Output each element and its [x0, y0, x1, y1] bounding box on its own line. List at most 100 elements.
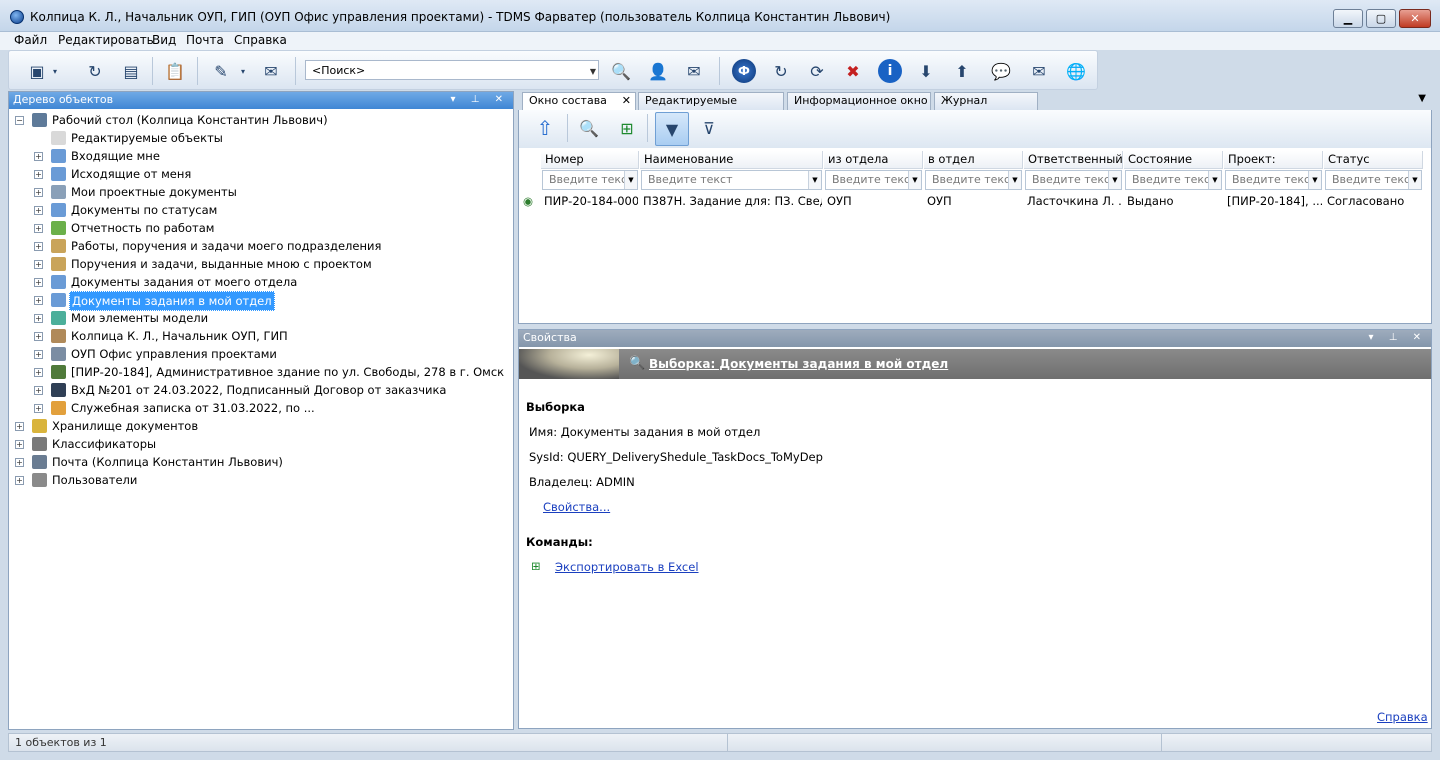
column-header[interactable]: Статус	[1324, 151, 1423, 169]
filter-dropdown-icon[interactable]: ▼	[1208, 171, 1221, 189]
message-icon[interactable]: 💬	[989, 59, 1013, 83]
search-dropdown-icon[interactable]: ▼	[590, 67, 596, 76]
tree-item[interactable]: + Документы задания в мой отдел	[10, 291, 510, 311]
tree-item[interactable]: − Рабочий стол (Колпица Константин Львови…	[10, 111, 510, 129]
up-icon[interactable]: ⇧	[533, 116, 557, 140]
search-input[interactable]: <Поиск> ▼	[305, 60, 599, 80]
column-filter-input[interactable]: Введите текст ▼	[641, 170, 822, 190]
info-icon[interactable]: i	[878, 59, 902, 83]
column-filter-input[interactable]: Введите текс ▼	[825, 170, 922, 190]
table-cell[interactable]: Ласточкина Л. ...	[1027, 194, 1122, 208]
tree-item[interactable]: + Колпица К. Л., Начальник ОУП, ГИП	[10, 327, 510, 345]
export-excel-link[interactable]: Экспортировать в Excel	[555, 560, 699, 574]
tree-item[interactable]: + Мои проектные документы	[10, 183, 510, 201]
send-mail-icon[interactable]: ✉	[259, 59, 283, 83]
tree-expander-icon[interactable]: +	[34, 350, 43, 359]
tree-expander-icon[interactable]: +	[34, 170, 43, 179]
refresh-icon[interactable]: ↻	[83, 59, 107, 83]
tab-composition[interactable]: Окно состава ✕	[522, 92, 636, 111]
column-filter-input[interactable]: Введите текс ▼	[1225, 170, 1322, 190]
tree-expander-icon[interactable]: +	[34, 368, 43, 377]
tree-item[interactable]: + Мои элементы модели	[10, 309, 510, 327]
tree-item[interactable]: + Поручения и задачи, выданные мною с про…	[10, 255, 510, 273]
tab-edited-objects[interactable]: Редактируемые объекты	[638, 92, 784, 123]
tree-search-icon[interactable]: 🔍	[577, 116, 601, 140]
new-dropdown-icon[interactable]: ▾	[49, 59, 61, 83]
tree-item[interactable]: + Исходящие от меня	[10, 165, 510, 183]
filter-dropdown-icon[interactable]: ▼	[908, 171, 921, 189]
mail-inbox-icon[interactable]: ✉	[1027, 59, 1051, 83]
close-tab-icon[interactable]: ✕	[622, 93, 631, 109]
help-link[interactable]: Справка	[1377, 710, 1428, 724]
search-mail-icon[interactable]: ✉	[682, 59, 706, 83]
tree-item[interactable]: + Пользователи	[10, 471, 510, 489]
tab-event-log[interactable]: Журнал событий	[934, 92, 1038, 123]
sync-users-icon[interactable]: ⟳	[805, 59, 829, 83]
table-cell[interactable]: [ПИР-20-184], ...	[1227, 194, 1322, 208]
tree-item[interactable]: + Документы по статусам	[10, 201, 510, 219]
search-user-icon[interactable]: 👤	[646, 59, 670, 83]
reload-icon[interactable]: ↻	[769, 59, 793, 83]
tree-expander-icon[interactable]: +	[34, 224, 43, 233]
table-cell[interactable]: ПИР-20-184-0004	[544, 194, 638, 208]
properties-link[interactable]: Свойства...	[543, 500, 610, 514]
column-header[interactable]: Проект:	[1224, 151, 1323, 169]
new-object-icon[interactable]: ▣	[25, 59, 49, 83]
checkout-icon[interactable]: ⬆	[950, 59, 974, 83]
tree-expander-icon[interactable]: +	[34, 206, 43, 215]
tree-expander-icon[interactable]: +	[34, 188, 43, 197]
tabs-menu-icon[interactable]: ▼	[1418, 93, 1426, 104]
tree-item[interactable]: + Отчетность по работам	[10, 219, 510, 237]
tree-expander-icon[interactable]: +	[15, 476, 24, 485]
tree-expander-icon[interactable]: +	[34, 404, 43, 413]
column-filter-input[interactable]: Введите текс ▼	[925, 170, 1022, 190]
checkin-icon[interactable]: ⬇	[914, 59, 938, 83]
tree-expander-icon[interactable]: +	[34, 260, 43, 269]
menu-edit[interactable]: Редактировать	[58, 33, 154, 47]
tree-expander-icon[interactable]: +	[34, 152, 43, 161]
column-filter-input[interactable]: Введите текс ▼	[1125, 170, 1222, 190]
properties-controls[interactable]: ▾ ⊥ ✕	[1369, 330, 1427, 346]
filter-dropdown-icon[interactable]: ▼	[808, 171, 821, 189]
filter-icon[interactable]: ▼	[655, 112, 689, 146]
tree-expander-icon[interactable]: −	[15, 116, 24, 125]
tab-info-window[interactable]: Информационное окно	[787, 92, 931, 110]
clipboard-icon[interactable]: 📋	[163, 59, 187, 83]
compose-dropdown-icon[interactable]: ▾	[237, 59, 249, 83]
tree-item[interactable]: + ОУП Офис управления проектами	[10, 345, 510, 363]
table-cell[interactable]: П387Н. Задание для: ПЗ. Свед...	[643, 194, 822, 208]
menu-view[interactable]: Вид	[152, 33, 176, 47]
delete-icon[interactable]: ✖	[841, 59, 865, 83]
menu-file[interactable]: Файл	[14, 33, 47, 47]
filter-dropdown-icon[interactable]: ▼	[1008, 171, 1021, 189]
tree-expander-icon[interactable]: +	[34, 314, 43, 323]
filter-dropdown-icon[interactable]: ▼	[624, 171, 637, 189]
column-header[interactable]: в отдел	[924, 151, 1023, 169]
export-excel-icon[interactable]: ⊞	[615, 116, 639, 140]
menu-help[interactable]: Справка	[234, 33, 287, 47]
banner-title-link[interactable]: Выборка: Документы задания в мой отдел	[649, 357, 948, 371]
column-header[interactable]: Наименование	[640, 151, 823, 169]
search-folder-icon[interactable]: 🔍	[609, 59, 633, 83]
column-filter-input[interactable]: Введите текс ▼	[1325, 170, 1422, 190]
excel-export-icon[interactable]: ⊞	[531, 559, 541, 573]
column-header[interactable]: Ответственный	[1024, 151, 1123, 169]
filter-dropdown-icon[interactable]: ▼	[1308, 171, 1321, 189]
column-header[interactable]: Номер	[541, 151, 639, 169]
tree-expander-icon[interactable]: +	[34, 332, 43, 341]
close-button[interactable]: ✕	[1399, 9, 1431, 28]
tree-item[interactable]: + Почта (Колпица Константин Львович)	[10, 453, 510, 471]
column-header[interactable]: из отдела	[824, 151, 923, 169]
filter-dropdown-icon[interactable]: ▼	[1108, 171, 1121, 189]
tree-item[interactable]: + Служебная записка от 31.03.2022, по ...	[10, 399, 510, 417]
compose-icon[interactable]: ✎	[209, 59, 233, 83]
menu-mail[interactable]: Почта	[186, 33, 224, 47]
column-filter-input[interactable]: Введите текс ▼	[1025, 170, 1122, 190]
tree-item[interactable]: + Классификаторы	[10, 435, 510, 453]
tree-item[interactable]: + ВхД №201 от 24.03.2022, Подписанный Дог…	[10, 381, 510, 399]
tree-expander-icon[interactable]: +	[15, 458, 24, 467]
filter-dropdown-icon[interactable]: ▼	[1408, 171, 1421, 189]
window-icon[interactable]: ▤	[119, 59, 143, 83]
tree-item[interactable]: + [ПИР-20-184], Административное здание п…	[10, 363, 510, 381]
tree-item[interactable]: + Входящие мне	[10, 147, 510, 165]
